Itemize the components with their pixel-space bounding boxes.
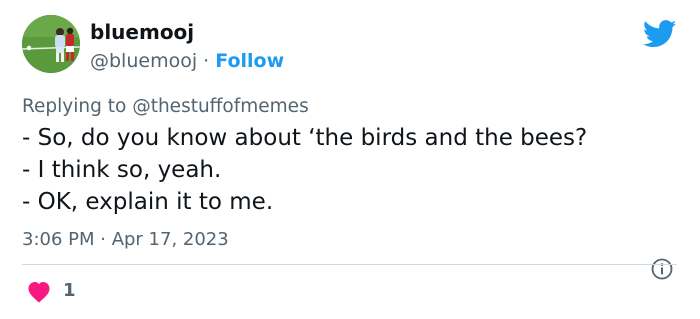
tweet-text: - So, do you know about ‘the birds and t… <box>22 122 587 218</box>
follow-button[interactable]: Follow <box>215 50 284 72</box>
heart-icon[interactable] <box>27 281 51 303</box>
handle-row: @bluemooj · Follow <box>90 50 284 72</box>
separator-dot: · <box>203 50 210 72</box>
tweet-text-line: - I think so, yeah. <box>22 157 222 183</box>
avatar[interactable] <box>22 15 80 73</box>
avatar-image <box>22 15 80 73</box>
like-count[interactable]: 1 <box>63 280 76 301</box>
replying-to: Replying to @thestuffofmemes <box>22 96 309 117</box>
display-name[interactable]: bluemooj <box>90 20 194 44</box>
info-icon[interactable] <box>650 257 674 281</box>
divider <box>22 264 677 265</box>
replying-prefix: Replying to <box>22 96 127 117</box>
tweet-card: bluemooj @bluemooj · Follow Replying to … <box>0 0 700 319</box>
user-handle[interactable]: @bluemooj <box>90 50 197 72</box>
tweet-text-line: - So, do you know about ‘the birds and t… <box>22 125 588 151</box>
reply-mention-link[interactable]: @thestuffofmemes <box>132 96 309 117</box>
tweet-text-line: - OK, explain it to me. <box>22 189 274 215</box>
tweet-timestamp[interactable]: 3:06 PM · Apr 17, 2023 <box>22 229 229 250</box>
twitter-bird-icon[interactable] <box>643 20 677 48</box>
